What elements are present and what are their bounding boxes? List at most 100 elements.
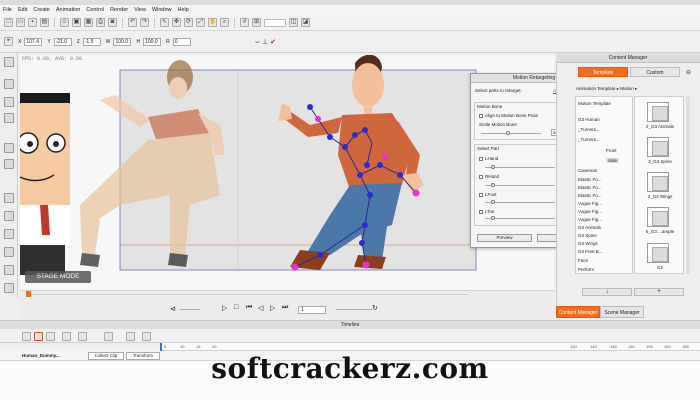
y-input[interactable]: -21.0 xyxy=(53,37,72,46)
menu-animation[interactable]: Animation xyxy=(56,7,80,13)
link-icon[interactable] xyxy=(4,211,14,221)
flip-horizontal-icon[interactable]: ⌣ xyxy=(255,37,260,47)
boy-character[interactable] xyxy=(20,93,70,275)
frame-input[interactable]: 1 xyxy=(298,306,326,314)
timeline-zoom-icon[interactable] xyxy=(142,332,151,341)
template-thumbnail[interactable] xyxy=(647,207,669,227)
menu-create[interactable]: Create xyxy=(33,7,50,13)
r-input[interactable]: 0 xyxy=(172,37,191,46)
part-slider-knob[interactable] xyxy=(491,183,495,187)
menu-control[interactable]: Control xyxy=(86,7,104,13)
bone-joint[interactable] xyxy=(342,144,348,150)
tree-item[interactable]: G3 Free B... xyxy=(578,249,603,254)
create-scene-icon[interactable]: ▦ xyxy=(84,18,93,27)
part-slider[interactable] xyxy=(485,218,555,219)
stage-mode-icon[interactable]: ◫ xyxy=(289,18,298,27)
part-slider-knob[interactable] xyxy=(491,165,495,169)
mask-icon[interactable] xyxy=(4,159,14,169)
bone-joint[interactable] xyxy=(362,127,368,133)
previous-frame-icon[interactable]: ◁ xyxy=(258,304,264,312)
timeline-edit-icon[interactable] xyxy=(104,332,113,341)
align-checkbox-row[interactable]: Align to Motion Bone Pose xyxy=(479,113,538,118)
play-icon[interactable]: ▷ xyxy=(222,304,228,312)
volume-icon[interactable]: ⊲ xyxy=(170,305,176,313)
render-icon[interactable]: ⎙ xyxy=(96,18,105,27)
down-button[interactable]: ↓ xyxy=(582,288,632,296)
bone-joint[interactable] xyxy=(317,252,323,258)
bone-joint[interactable] xyxy=(352,132,358,138)
flip-vertical-icon[interactable]: ⊥ xyxy=(262,38,268,46)
tree-item[interactable]: G3 Animals xyxy=(578,225,601,230)
walk-icon[interactable] xyxy=(4,97,14,107)
grid-icon[interactable]: # xyxy=(240,18,249,27)
bone-joint[interactable] xyxy=(382,154,388,160)
bone-joint[interactable] xyxy=(362,261,370,269)
bone-joint[interactable] xyxy=(364,162,370,168)
import-icon[interactable]: ▤ xyxy=(40,18,49,27)
part-row-rhand[interactable]: RHand xyxy=(479,174,499,179)
part-row-lhand[interactable]: LHand xyxy=(479,156,498,161)
create-prop-icon[interactable]: ▣ xyxy=(72,18,81,27)
tree-item[interactable]: Vogue Fig... xyxy=(578,201,602,206)
menu-edit[interactable]: Edit xyxy=(18,7,27,13)
pin-icon[interactable]: ⌖ xyxy=(4,37,13,46)
check-icon[interactable]: ✔ xyxy=(270,38,276,46)
bone-joint[interactable] xyxy=(291,263,299,271)
scale-slider[interactable] xyxy=(481,133,541,134)
tree-item[interactable]: Perform xyxy=(578,267,594,272)
bone-joint[interactable] xyxy=(327,134,333,140)
bone-joint[interactable] xyxy=(397,172,403,178)
open-project-icon[interactable]: ▭ xyxy=(16,18,25,27)
timeline-layer-icon[interactable] xyxy=(46,332,55,341)
face-key-icon[interactable] xyxy=(4,143,14,153)
bone-joint[interactable] xyxy=(377,162,383,168)
redo-icon[interactable]: ↷ xyxy=(140,18,149,27)
bone-joint[interactable] xyxy=(307,104,313,110)
bone-tool-icon[interactable] xyxy=(4,57,14,67)
tab-template[interactable]: Template xyxy=(578,67,628,77)
tree-item[interactable]: Caveman xyxy=(578,168,597,173)
tree-item[interactable]: Vogue Fig... xyxy=(578,209,602,214)
first-frame-icon[interactable]: ⏮ xyxy=(246,304,252,311)
tab-scene-manager[interactable]: Scene Manager xyxy=(600,306,644,318)
stop-icon[interactable]: □ xyxy=(234,304,240,311)
snap-icon[interactable]: ⊞ xyxy=(252,18,261,27)
part-checkbox[interactable] xyxy=(479,209,483,214)
collapse-icon[interactable]: ⊖ xyxy=(686,69,691,76)
part-checkbox[interactable] xyxy=(479,174,483,179)
menu-view[interactable]: View xyxy=(134,7,146,13)
bone-joint[interactable] xyxy=(315,116,321,122)
rotate-tool-icon[interactable]: ⟳ xyxy=(184,18,193,27)
hand-tool-icon[interactable]: ✋ xyxy=(208,18,217,27)
tab-content-manager[interactable]: Content Manager xyxy=(556,306,600,318)
part-row-ltoe[interactable]: LToe xyxy=(479,209,494,214)
puppet-icon[interactable] xyxy=(4,79,14,89)
align-checkbox[interactable] xyxy=(479,113,483,118)
move-tool-icon[interactable]: ✥ xyxy=(172,18,181,27)
template-thumbnail[interactable] xyxy=(647,102,669,122)
w-input[interactable]: 100.0 xyxy=(113,37,132,46)
zoom-tool-icon[interactable]: ⌕ xyxy=(220,18,229,27)
sequence-icon[interactable] xyxy=(4,229,14,239)
composer-mode-icon[interactable]: ◪ xyxy=(301,18,310,27)
tree-item[interactable]: _Turners... xyxy=(578,127,600,132)
z-input[interactable]: -1.5 xyxy=(82,37,101,46)
bone-joint[interactable] xyxy=(359,240,365,246)
tree-item[interactable]: Face xyxy=(578,258,588,263)
bone-joint[interactable] xyxy=(367,192,373,198)
scrub-handle[interactable] xyxy=(26,291,31,297)
view-dropdown[interactable] xyxy=(264,18,286,27)
camera-tool-icon[interactable] xyxy=(4,247,14,257)
menu-render[interactable]: Render xyxy=(110,7,128,13)
timeline-link-icon[interactable] xyxy=(126,332,135,341)
undo-icon[interactable]: ↶ xyxy=(128,18,137,27)
add-button[interactable]: + xyxy=(634,288,684,296)
scale-tool-icon[interactable]: ⤢ xyxy=(196,18,205,27)
record-icon[interactable] xyxy=(4,283,14,293)
breadcrumb[interactable]: Animation Template ▸ Motion ▸ xyxy=(576,86,686,92)
part-checkbox[interactable] xyxy=(479,192,483,197)
camera-icon[interactable]: ◙ xyxy=(108,18,117,27)
menu-file[interactable]: File xyxy=(3,7,12,13)
timeline-option-icon[interactable] xyxy=(22,332,31,341)
timeline-ruler[interactable]: 5 10 15 20 130 140 145 150 155 160 165 xyxy=(160,343,700,351)
